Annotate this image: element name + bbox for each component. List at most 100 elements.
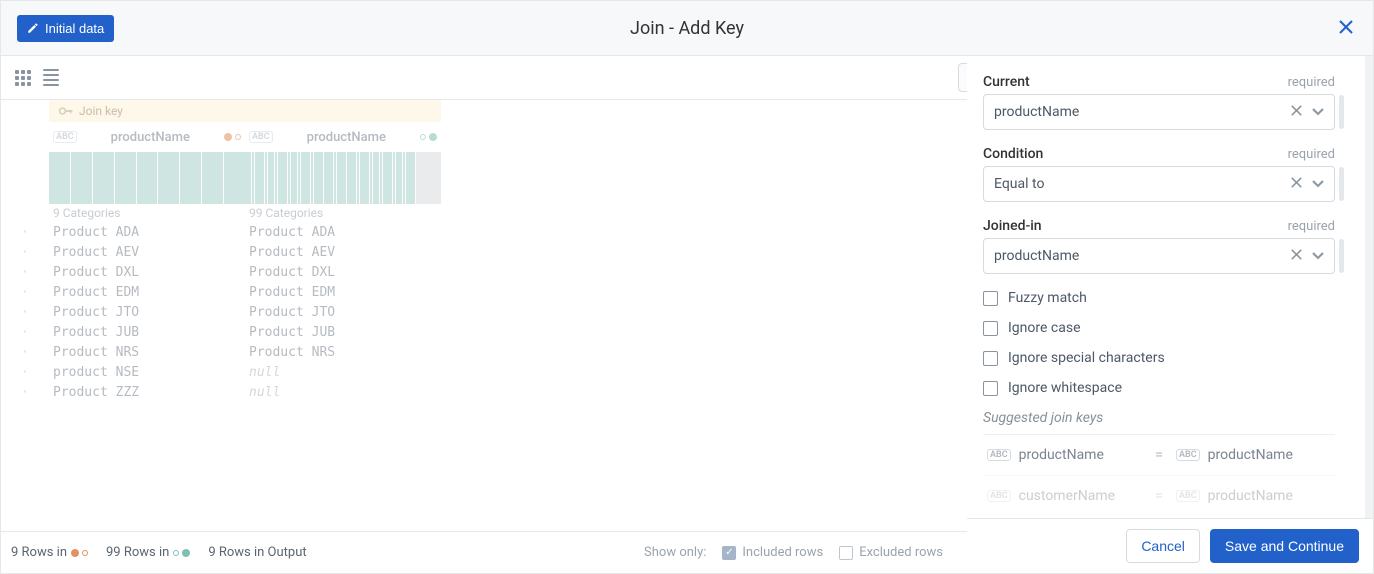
current-select-value: productName xyxy=(994,104,1281,120)
config-scroll[interactable]: Current required productName Condition r… xyxy=(967,56,1373,518)
current-field-label-row: Current required xyxy=(983,74,1335,90)
cell: Product JTO xyxy=(245,305,441,320)
config-panel: Current required productName Condition r… xyxy=(967,56,1373,573)
ignore-case-label: Ignore case xyxy=(1008,320,1081,336)
column-header-current: ABC productName xyxy=(49,130,245,145)
clear-joined-button[interactable] xyxy=(1289,246,1304,266)
row-marker: · xyxy=(1,265,49,280)
grid-icon xyxy=(15,70,31,86)
table-row: ·Product EDMProduct EDM xyxy=(1,282,967,302)
join-key-label: Join key xyxy=(79,104,123,118)
equals-icon: = xyxy=(1152,447,1166,463)
checkbox-icon xyxy=(983,381,998,396)
clear-current-button[interactable] xyxy=(1289,102,1304,122)
type-badge-icon: ABC xyxy=(1176,449,1200,461)
x-icon xyxy=(1291,105,1302,116)
fuzzy-match-label: Fuzzy match xyxy=(1008,290,1087,306)
table-row: ·Product ZZZnull xyxy=(1,382,967,402)
required-tag: required xyxy=(1288,75,1335,90)
table-row: ·Product NRSProduct NRS xyxy=(1,342,967,362)
save-continue-button[interactable]: Save and Continue xyxy=(1210,529,1359,563)
row-marker: · xyxy=(1,365,49,380)
condition-field-label-row: Condition required xyxy=(983,146,1335,162)
key-icon xyxy=(59,106,73,116)
close-button[interactable] xyxy=(1335,13,1357,44)
grid-view-button[interactable] xyxy=(13,68,33,88)
table-row: ·Product AEVProduct AEV xyxy=(1,242,967,262)
suggestion-row[interactable]: ABC customerName = ABC productName xyxy=(983,475,1335,516)
table-row: ·product NSEnull xyxy=(1,362,967,382)
rows-in-source1: 9 Rows in xyxy=(11,545,88,560)
clear-condition-button[interactable] xyxy=(1289,174,1304,194)
categories-count: 9 Categories xyxy=(49,204,245,222)
ignore-whitespace-label: Ignore whitespace xyxy=(1008,380,1122,396)
table-row: ·Product ADAProduct ADA xyxy=(1,222,967,242)
dialog-title: Join - Add Key xyxy=(630,18,744,39)
dialog-header: Initial data Join - Add Key xyxy=(1,1,1373,56)
pencil-icon xyxy=(27,22,39,34)
row-marker: · xyxy=(1,345,49,360)
source-indicator-orange xyxy=(224,133,241,141)
joined-select[interactable]: productName xyxy=(983,238,1335,274)
table-row: ·Product JUBProduct JUB xyxy=(1,322,967,342)
cell: Product JTO xyxy=(49,305,245,320)
checkbox-icon xyxy=(839,546,853,560)
excluded-rows-checkbox[interactable]: Excluded rows xyxy=(839,545,943,560)
ignore-case-checkbox[interactable]: Ignore case xyxy=(983,320,1335,336)
row-marker: · xyxy=(1,225,49,240)
suggested-heading: Suggested join keys xyxy=(983,410,1335,426)
histogram-joined: 99 Categories xyxy=(245,152,441,222)
suggestion-left: productName xyxy=(1019,447,1104,463)
cell: Product AEV xyxy=(49,245,245,260)
ignore-special-checkbox[interactable]: Ignore special characters xyxy=(983,350,1335,366)
current-select[interactable]: productName xyxy=(983,94,1335,130)
column-name: productName xyxy=(279,130,414,145)
cancel-button[interactable]: Cancel xyxy=(1126,529,1200,563)
checkbox-icon xyxy=(983,291,998,306)
type-badge-icon: ABC xyxy=(249,131,273,143)
suggestion-left: customerName xyxy=(1019,488,1115,504)
joined-select-value: productName xyxy=(994,248,1281,264)
checkbox-checked-icon: ✓ xyxy=(722,546,736,560)
row-marker: · xyxy=(1,305,49,320)
cell: Product JUB xyxy=(49,325,245,340)
show-only-label: Show only: xyxy=(644,545,706,560)
chevron-down-icon xyxy=(1312,176,1324,192)
initial-data-button[interactable]: Initial data xyxy=(17,15,114,42)
cell: Product ADA xyxy=(49,225,245,240)
condition-field-label: Condition xyxy=(983,146,1043,162)
cell: Product EDM xyxy=(49,285,245,300)
fuzzy-match-checkbox[interactable]: Fuzzy match xyxy=(983,290,1335,306)
column-name: productName xyxy=(83,130,218,145)
source-indicator-teal xyxy=(420,133,437,141)
included-rows-label: Included rows xyxy=(742,545,823,560)
cell: Product AEV xyxy=(245,245,441,260)
equals-icon: = xyxy=(1152,488,1166,504)
cell: Product NRS xyxy=(245,345,441,360)
data-rows: ·Product ADAProduct ADA·Product AEVProdu… xyxy=(1,222,967,402)
cell: Product ZZZ xyxy=(49,385,245,400)
current-field-label: Current xyxy=(983,74,1030,90)
ignore-whitespace-checkbox[interactable]: Ignore whitespace xyxy=(983,380,1335,396)
suggestion-row[interactable]: ABC productName = ABC productName xyxy=(983,434,1335,475)
required-tag: required xyxy=(1288,219,1335,234)
cell: Product DXL xyxy=(245,265,441,280)
list-view-button[interactable] xyxy=(41,67,61,88)
checkbox-icon xyxy=(983,321,998,336)
cell: product NSE xyxy=(49,365,245,380)
initial-data-label: Initial data xyxy=(45,21,104,36)
x-icon xyxy=(1291,177,1302,188)
cell: Product EDM xyxy=(245,285,441,300)
type-badge-icon: ABC xyxy=(987,449,1011,461)
included-rows-checkbox[interactable]: ✓ Included rows xyxy=(722,545,823,560)
cell: Product ADA xyxy=(245,225,441,240)
histogram-row: 9 Categories 99 Categories xyxy=(49,152,441,222)
table-row: ·Product DXLProduct DXL xyxy=(1,262,967,282)
condition-select[interactable]: Equal to xyxy=(983,166,1335,202)
cell: null xyxy=(245,385,441,400)
list-icon xyxy=(43,69,59,86)
panel-footer: Cancel Save and Continue xyxy=(967,518,1373,573)
x-icon xyxy=(1291,249,1302,260)
column-header-joined: ABC productName xyxy=(245,130,441,145)
rows-output: 9 Rows in Output xyxy=(208,545,306,560)
